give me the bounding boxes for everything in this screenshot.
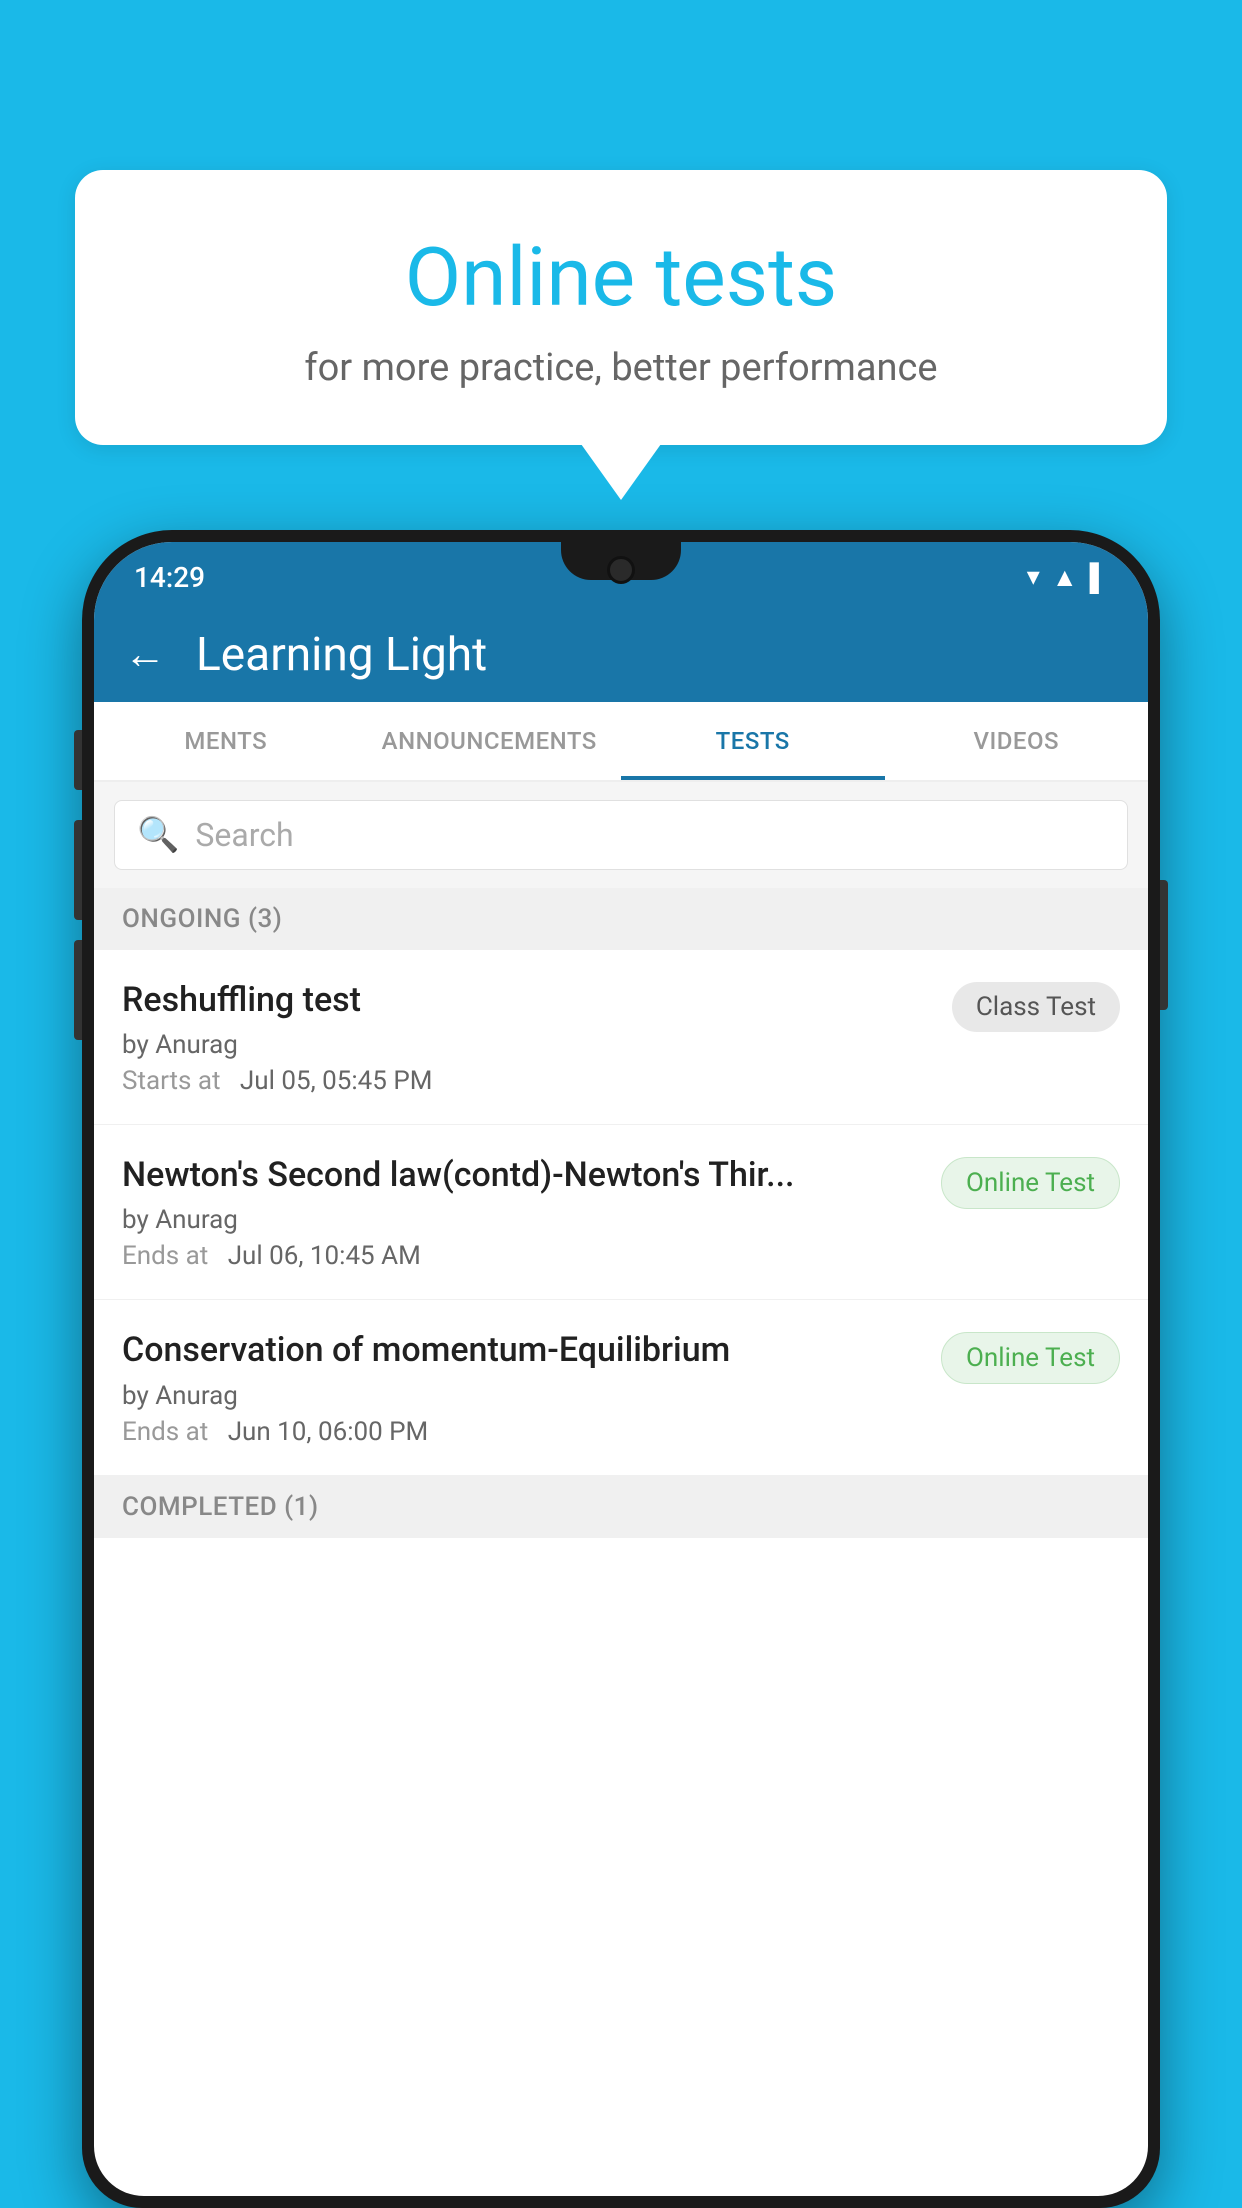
test-author-1: by Anurag [122, 1030, 932, 1060]
search-icon: 🔍 [137, 815, 179, 855]
status-time: 14:29 [134, 561, 205, 594]
app-title: Learning Light [196, 628, 487, 682]
test-time-1: Starts at Jul 05, 05:45 PM [122, 1066, 932, 1096]
test-time-3: Ends at Jun 10, 06:00 PM [122, 1417, 921, 1447]
test-name-2: Newton's Second law(contd)-Newton's Thir… [122, 1153, 921, 1197]
back-button[interactable]: ← [124, 630, 166, 679]
search-container: 🔍 Search [94, 782, 1148, 888]
time-value-3: Jun 10, 06:00 PM [228, 1417, 429, 1447]
ongoing-section-header: ONGOING (3) [94, 888, 1148, 950]
test-time-2: Ends at Jul 06, 10:45 AM [122, 1241, 921, 1271]
tab-ments[interactable]: MENTS [94, 702, 358, 780]
test-item-3[interactable]: Conservation of momentum-Equilibrium by … [94, 1300, 1148, 1475]
speech-bubble: Online tests for more practice, better p… [75, 170, 1167, 445]
battery-icon: ▌ [1090, 562, 1108, 593]
tabs-container: MENTS ANNOUNCEMENTS TESTS VIDEOS [94, 702, 1148, 782]
side-button-1 [74, 730, 82, 790]
status-icons: ▾ ▲ ▌ [1027, 562, 1108, 593]
side-button-right [1160, 880, 1168, 1010]
time-label-1: Starts at [122, 1066, 221, 1096]
search-input-wrapper[interactable]: 🔍 Search [114, 800, 1128, 870]
time-label-2: Ends at [122, 1241, 208, 1271]
test-badge-1: Class Test [952, 982, 1120, 1032]
time-value-1: Jul 05, 05:45 PM [240, 1066, 433, 1096]
phone-screen: 14:29 ▾ ▲ ▌ ← Learning Light MENTS ANNOU… [94, 542, 1148, 2196]
tab-videos[interactable]: VIDEOS [885, 702, 1149, 780]
app-bar: ← Learning Light [94, 607, 1148, 702]
test-author-3: by Anurag [122, 1381, 921, 1411]
completed-section-header: COMPLETED (1) [94, 1476, 1148, 1538]
search-placeholder: Search [195, 816, 293, 854]
test-info-2: Newton's Second law(contd)-Newton's Thir… [122, 1153, 921, 1271]
tab-tests[interactable]: TESTS [621, 702, 885, 780]
test-item-2[interactable]: Newton's Second law(contd)-Newton's Thir… [94, 1125, 1148, 1300]
speech-bubble-subtitle: for more practice, better performance [135, 346, 1107, 390]
test-item-1[interactable]: Reshuffling test by Anurag Starts at Jul… [94, 950, 1148, 1125]
wifi-icon: ▾ [1027, 562, 1040, 592]
test-badge-2: Online Test [941, 1157, 1120, 1209]
side-button-2 [74, 820, 82, 920]
signal-icon: ▲ [1052, 562, 1078, 593]
test-info-3: Conservation of momentum-Equilibrium by … [122, 1328, 921, 1446]
test-name-3: Conservation of momentum-Equilibrium [122, 1328, 921, 1372]
test-info-1: Reshuffling test by Anurag Starts at Jul… [122, 978, 932, 1096]
test-author-2: by Anurag [122, 1205, 921, 1235]
time-label-3: Ends at [122, 1417, 208, 1447]
tab-announcements[interactable]: ANNOUNCEMENTS [358, 702, 622, 780]
test-name-1: Reshuffling test [122, 978, 932, 1022]
front-camera [607, 556, 635, 584]
side-button-3 [74, 940, 82, 1040]
test-badge-3: Online Test [941, 1332, 1120, 1384]
speech-bubble-title: Online tests [135, 230, 1107, 326]
phone-frame: 14:29 ▾ ▲ ▌ ← Learning Light MENTS ANNOU… [82, 530, 1160, 2208]
time-value-2: Jul 06, 10:45 AM [228, 1241, 421, 1271]
